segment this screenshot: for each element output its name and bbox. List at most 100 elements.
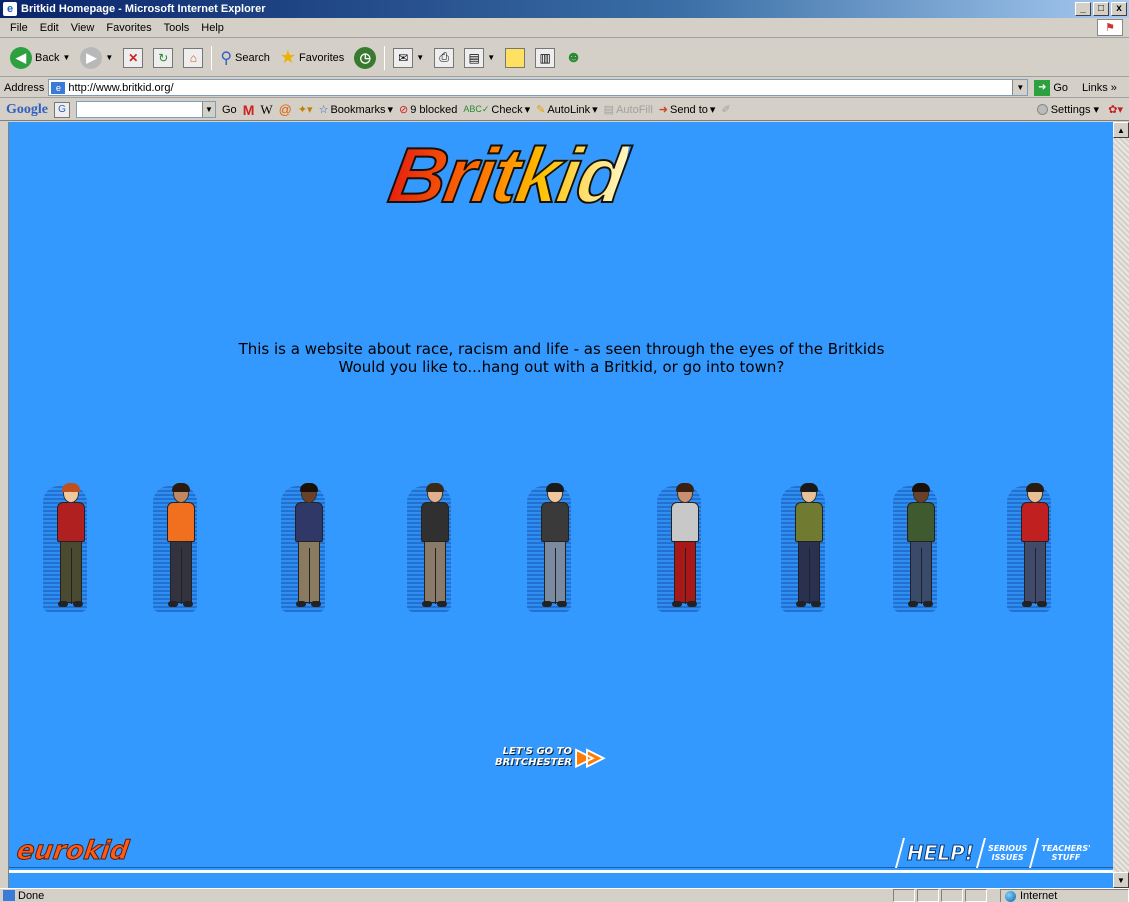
- forward-dropdown-icon[interactable]: ▼: [105, 53, 113, 62]
- britkid-character-3[interactable]: [281, 483, 329, 614]
- spiral-icon[interactable]: @: [279, 102, 292, 117]
- footer-rule: [9, 870, 1113, 873]
- britkid-character-5[interactable]: [527, 483, 575, 614]
- edit-dropdown-icon[interactable]: ▼: [487, 53, 495, 62]
- research-button[interactable]: ▥: [533, 44, 557, 72]
- teachers-stuff-link[interactable]: TEACHERS' STUFF: [1041, 844, 1090, 862]
- gmail-icon[interactable]: M: [243, 102, 255, 118]
- tagline-line-2: Would you like to...hang out with a Brit…: [338, 358, 785, 376]
- settings-label: Settings: [1050, 103, 1091, 116]
- stop-button[interactable]: ✕: [121, 44, 145, 72]
- history-button[interactable]: ◷: [352, 44, 378, 72]
- britkid-character-4[interactable]: [407, 483, 455, 614]
- popup-blocked-button[interactable]: ⊘ 9 blocked: [399, 103, 457, 117]
- page-icon: e: [51, 81, 66, 94]
- eurokid-link[interactable]: eurokid: [14, 836, 131, 867]
- character-legs: [544, 541, 566, 604]
- address-dropdown-icon[interactable]: ▼: [1012, 80, 1028, 95]
- page-viewport: Britkid This is a website about race, ra…: [8, 122, 1113, 888]
- search-icon: ⚲: [220, 49, 233, 67]
- menu-tools[interactable]: Tools: [158, 22, 196, 34]
- search-button[interactable]: ⚲ Search: [218, 44, 272, 72]
- status-cell: [893, 889, 915, 902]
- vertical-scrollbar[interactable]: ▲ ▼: [1113, 122, 1129, 888]
- notes-button[interactable]: [503, 44, 527, 72]
- autolink-button[interactable]: ✎ AutoLink ▾: [536, 103, 598, 117]
- refresh-button[interactable]: ↻: [151, 44, 175, 72]
- britchester-link[interactable]: LET'S GO TO BRITCHESTER ▶▶: [495, 744, 604, 770]
- character-shoe: [168, 601, 178, 607]
- character-shoe: [73, 601, 83, 607]
- britkid-character-9[interactable]: [1007, 483, 1055, 614]
- google-go-button[interactable]: Go: [222, 104, 237, 116]
- britkid-logo[interactable]: Britkid: [382, 130, 633, 220]
- mail-dropdown-icon[interactable]: ▼: [416, 53, 424, 62]
- menu-edit[interactable]: Edit: [34, 22, 65, 34]
- scroll-up-icon[interactable]: ▲: [1113, 122, 1129, 138]
- status-cell: [941, 889, 963, 902]
- wikipedia-icon[interactable]: W: [260, 102, 272, 118]
- character-shoe: [811, 601, 821, 607]
- spellcheck-icon: ABC✓: [463, 104, 490, 114]
- translate-icon[interactable]: ✿▾: [1108, 103, 1123, 116]
- character-torso: [907, 502, 935, 542]
- menu-help[interactable]: Help: [195, 22, 230, 34]
- favorites-button[interactable]: ★ Favorites: [278, 44, 346, 72]
- favorites-label: Favorites: [299, 51, 345, 64]
- refresh-icon: ↻: [153, 47, 174, 68]
- menu-bar: File Edit View Favorites Tools Help ⚑: [0, 18, 1129, 38]
- gadget-icon[interactable]: ✦▾: [298, 103, 313, 116]
- forward-button[interactable]: ▶ ▼: [78, 44, 115, 72]
- close-button[interactable]: x: [1111, 2, 1127, 16]
- google-g-icon[interactable]: G: [54, 101, 70, 118]
- edit-button[interactable]: ▤ ▼: [462, 44, 497, 72]
- britkid-character-6[interactable]: [657, 483, 705, 614]
- bookmarks-button[interactable]: ☆ Bookmarks ▾: [319, 103, 393, 117]
- google-search-input[interactable]: ▼: [76, 101, 216, 118]
- character-torso: [421, 502, 449, 542]
- britkid-character-2[interactable]: [153, 483, 201, 614]
- pencil-icon[interactable]: ✐: [721, 103, 730, 116]
- spellcheck-button[interactable]: ABC✓ Check ▾: [463, 103, 530, 117]
- status-cell: [917, 889, 939, 902]
- settings-button[interactable]: Settings ▾: [1036, 103, 1099, 116]
- google-logo[interactable]: Google: [6, 102, 48, 118]
- teachers-stuff-line-2: STUFF: [1051, 853, 1081, 862]
- britkid-character-8[interactable]: [893, 483, 941, 614]
- menu-favorites[interactable]: Favorites: [100, 22, 157, 34]
- back-dropdown-icon[interactable]: ▼: [62, 53, 70, 62]
- serious-issues-link[interactable]: SERIOUS ISSUES: [988, 844, 1027, 862]
- home-button[interactable]: ⌂: [181, 44, 205, 72]
- send-to-button[interactable]: ➜ Send to ▾: [659, 103, 716, 117]
- links-button[interactable]: Links »: [1082, 82, 1117, 94]
- autofill-button[interactable]: ▤ AutoFill: [604, 103, 653, 117]
- mail-icon: ✉: [393, 47, 414, 68]
- check-label: Check: [491, 103, 523, 116]
- address-url[interactable]: http://www.britkid.org/: [68, 82, 173, 94]
- back-button[interactable]: ◀ Back ▼: [8, 44, 72, 72]
- google-go-label: Go: [222, 103, 237, 116]
- go-button[interactable]: ➜ Go: [1034, 79, 1068, 96]
- character-shoe: [1022, 601, 1032, 607]
- character-torso: [1021, 502, 1049, 542]
- mail-button[interactable]: ✉ ▼: [391, 44, 426, 72]
- character-torso: [167, 502, 195, 542]
- address-input[interactable]: e http://www.britkid.org/ ▼: [48, 79, 1029, 96]
- character-torso: [57, 502, 85, 542]
- maximize-button[interactable]: □: [1093, 2, 1109, 16]
- britchester-text: LET'S GO TO BRITCHESTER: [495, 746, 572, 768]
- help-link[interactable]: HELP!: [907, 841, 975, 866]
- google-search-dropdown-icon[interactable]: ▼: [202, 102, 215, 117]
- print-button[interactable]: ⎙: [432, 44, 456, 72]
- character-hair: [172, 483, 190, 492]
- character-shoe: [183, 601, 193, 607]
- scroll-down-icon[interactable]: ▼: [1113, 872, 1129, 888]
- character-shoe: [796, 601, 806, 607]
- menu-file[interactable]: File: [4, 22, 34, 34]
- status-text: Done: [18, 889, 45, 902]
- britkid-character-7[interactable]: [781, 483, 829, 614]
- menu-view[interactable]: View: [65, 22, 101, 34]
- messenger-button[interactable]: ☻: [563, 44, 584, 72]
- minimize-button[interactable]: _: [1075, 2, 1091, 16]
- britkid-character-1[interactable]: [43, 483, 91, 614]
